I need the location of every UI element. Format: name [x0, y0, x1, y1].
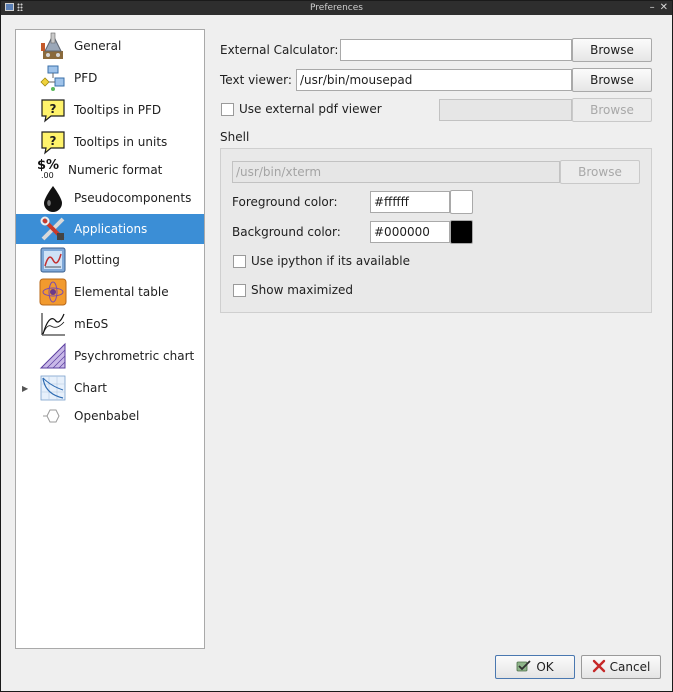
openbabel-icon	[38, 404, 68, 428]
sidebar-item-label: Pseudocomponents	[74, 191, 192, 205]
drop-icon	[38, 183, 68, 213]
cancel-x-icon	[592, 659, 606, 676]
shell-browse-button[interactable]: Browse	[560, 160, 640, 184]
preferences-sidebar[interactable]: General PFD ? Tooltips in PFD ? Tooltips…	[15, 29, 205, 649]
pfd-icon	[38, 63, 68, 93]
sidebar-item-label: PFD	[74, 71, 98, 85]
sidebar-item-pfd[interactable]: PFD	[16, 62, 204, 94]
external-calculator-label: External Calculator:	[220, 43, 339, 57]
ok-button[interactable]: OK	[495, 655, 575, 679]
general-icon	[38, 31, 68, 61]
external-calculator-browse-button[interactable]: Browse	[572, 38, 652, 62]
numeric-format-icon: $% .00	[34, 158, 64, 182]
sidebar-item-plotting[interactable]: Plotting	[16, 244, 204, 276]
close-icon[interactable]: ✕	[660, 2, 668, 14]
show-maximized-checkbox[interactable]	[233, 284, 246, 297]
sidebar-item-tooltips-pfd[interactable]: ? Tooltips in PFD	[16, 94, 204, 126]
sidebar-item-label: Numeric format	[68, 163, 163, 177]
external-calculator-input[interactable]	[340, 39, 572, 61]
sidebar-item-label: Tooltips in units	[74, 135, 168, 149]
tooltip-icon: ?	[38, 127, 68, 157]
pdf-viewer-browse-button[interactable]: Browse	[572, 98, 652, 122]
text-viewer-input[interactable]	[296, 69, 572, 91]
numeric-format-icon-decimals: .00	[41, 171, 54, 180]
plotting-icon	[38, 245, 68, 275]
sidebar-item-label: Applications	[74, 222, 148, 236]
chevron-right-icon[interactable]: ▶	[22, 384, 28, 393]
foreground-color-label: Foreground color:	[232, 195, 338, 209]
sidebar-item-applications[interactable]: Applications	[16, 214, 204, 244]
pdf-viewer-label: Use external pdf viewer	[239, 102, 382, 116]
sidebar-item-label: Plotting	[74, 253, 120, 267]
svg-text:?: ?	[50, 134, 57, 148]
pdf-viewer-checkbox[interactable]	[221, 103, 234, 116]
cancel-button[interactable]: Cancel	[581, 655, 661, 679]
window-controls: – ✕	[650, 2, 668, 14]
title-bar[interactable]: Preferences – ✕	[1, 1, 672, 15]
shell-group-title: Shell	[220, 130, 250, 144]
pdf-viewer-input[interactable]	[439, 99, 572, 121]
sidebar-item-general[interactable]: General	[16, 30, 204, 62]
tooltip-icon: ?	[38, 95, 68, 125]
sidebar-item-psychrometric[interactable]: Psychrometric chart	[16, 340, 204, 372]
cancel-button-label: Cancel	[609, 660, 651, 674]
sidebar-item-elemental-table[interactable]: Elemental table	[16, 276, 204, 308]
sidebar-item-label: mEoS	[74, 317, 109, 331]
svg-text:?: ?	[50, 102, 57, 116]
sidebar-item-label: Chart	[74, 381, 107, 395]
psychrometric-icon	[38, 341, 68, 371]
background-color-swatch[interactable]	[450, 220, 473, 244]
sidebar-item-pseudocomponents[interactable]: Pseudocomponents	[16, 182, 204, 214]
sidebar-item-chart[interactable]: ▶ Chart	[16, 372, 204, 404]
text-viewer-label: Text viewer:	[220, 73, 292, 87]
sidebar-item-label: General	[74, 39, 122, 53]
elemental-table-icon	[38, 277, 68, 307]
ok-check-icon	[516, 659, 532, 676]
background-color-input[interactable]	[370, 221, 450, 243]
text-viewer-browse-button[interactable]: Browse	[572, 68, 652, 92]
chart-icon	[38, 373, 68, 403]
preferences-window: Preferences – ✕ General PFD ? Tooltips i…	[0, 0, 673, 692]
sidebar-item-label: Elemental table	[74, 285, 169, 299]
ipython-checkbox[interactable]	[233, 255, 246, 268]
sidebar-item-numeric-format[interactable]: $% .00 Numeric format	[16, 158, 204, 182]
background-color-label: Background color:	[232, 225, 341, 239]
applications-icon	[38, 214, 68, 244]
window-title: Preferences	[310, 3, 363, 13]
foreground-color-input[interactable]	[370, 191, 450, 213]
show-maximized-label: Show maximized	[251, 283, 353, 297]
sidebar-item-label: Tooltips in PFD	[74, 103, 162, 117]
meos-icon	[38, 309, 68, 339]
sidebar-item-tooltips-units[interactable]: ? Tooltips in units	[16, 126, 204, 158]
foreground-color-swatch[interactable]	[450, 190, 473, 214]
sidebar-item-openbabel[interactable]: Openbabel	[16, 404, 204, 428]
sidebar-item-meos[interactable]: mEoS	[16, 308, 204, 340]
ipython-label: Use ipython if its available	[251, 254, 410, 268]
ok-button-label: OK	[536, 660, 554, 674]
sidebar-item-label: Openbabel	[74, 409, 140, 423]
shell-path-input[interactable]	[232, 161, 560, 183]
sidebar-item-label: Psychrometric chart	[74, 349, 195, 363]
minimize-icon[interactable]: –	[650, 2, 655, 14]
